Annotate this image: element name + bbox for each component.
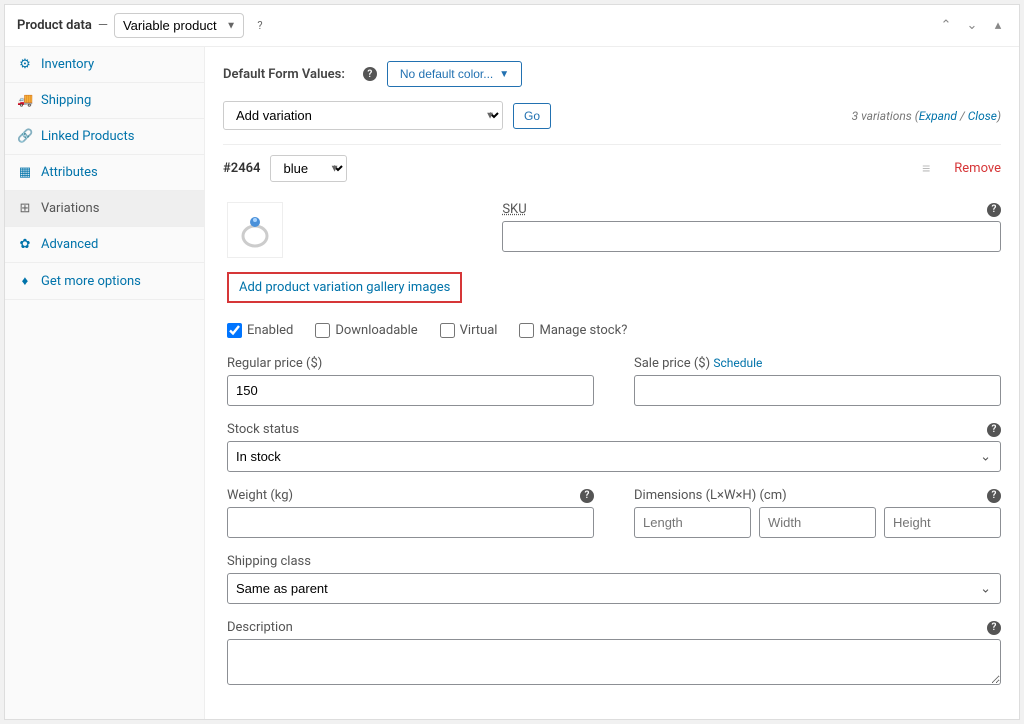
weight-label: Weight (kg) <box>227 488 293 503</box>
sidebar: ⚙ Inventory 🚚 Shipping 🔗 Linked Products… <box>5 47 205 719</box>
height-input[interactable] <box>884 507 1001 538</box>
shipping-class-label: Shipping class <box>227 554 311 569</box>
variations-icon: ⊞ <box>17 201 33 216</box>
default-form-label: Default Form Values: <box>223 67 345 82</box>
sidebar-item-shipping[interactable]: 🚚 Shipping <box>5 83 204 119</box>
help-icon[interactable]: ? <box>987 489 1001 503</box>
sidebar-item-advanced[interactable]: ✿ Advanced <box>5 227 204 263</box>
collapse-all-icon[interactable]: ▴ <box>989 18 1007 33</box>
help-icon[interactable]: ? <box>987 423 1001 437</box>
title-separator: — <box>98 18 108 33</box>
regular-price-label: Regular price ($) <box>227 356 322 371</box>
enabled-checkbox-label[interactable]: Enabled <box>227 323 293 338</box>
more-icon: ♦ <box>17 273 33 289</box>
sidebar-item-linked[interactable]: 🔗 Linked Products <box>5 119 204 155</box>
close-link[interactable]: Close <box>968 109 997 123</box>
expand-link[interactable]: Expand <box>919 109 957 123</box>
variation-id: #2464 <box>223 161 260 176</box>
sidebar-item-label: Attributes <box>41 165 98 180</box>
sidebar-item-label: Linked Products <box>41 129 134 144</box>
main-content: Default Form Values: ? No default color.… <box>205 47 1019 719</box>
collapse-up-icon[interactable]: ⌃ <box>937 18 955 33</box>
enabled-checkbox[interactable] <box>227 323 242 338</box>
shipping-icon: 🚚 <box>17 93 33 108</box>
manage-stock-checkbox[interactable] <box>519 323 534 338</box>
ring-image-icon <box>235 210 275 250</box>
panel-header: Product data — Variable product ▼ ? ⌃ ⌄ … <box>5 5 1019 47</box>
width-input[interactable] <box>759 507 876 538</box>
chevron-down-icon: ▼ <box>499 69 509 80</box>
add-gallery-images-link[interactable]: Add product variation gallery images <box>227 272 462 303</box>
sku-input[interactable] <box>502 221 1001 252</box>
variation-count: 3 variations (Expand / Close) <box>852 109 1001 123</box>
sidebar-item-label: Advanced <box>41 237 98 252</box>
stock-status-select[interactable]: In stock <box>227 441 1001 472</box>
product-type-select[interactable]: Variable product <box>114 13 244 38</box>
default-form-select[interactable]: No default color... ▼ <box>387 61 522 87</box>
advanced-icon: ✿ <box>17 237 33 252</box>
linked-icon: 🔗 <box>17 129 33 144</box>
sidebar-item-inventory[interactable]: ⚙ Inventory <box>5 47 204 83</box>
sidebar-item-attributes[interactable]: ▦ Attributes <box>5 155 204 191</box>
length-input[interactable] <box>634 507 751 538</box>
sidebar-item-more[interactable]: ♦ Get more options <box>5 263 204 300</box>
stock-status-label: Stock status <box>227 422 299 437</box>
go-button[interactable]: Go <box>513 103 551 129</box>
help-icon[interactable]: ? <box>363 67 377 81</box>
attributes-icon: ▦ <box>17 165 33 180</box>
description-textarea[interactable] <box>227 639 1001 685</box>
downloadable-checkbox-label[interactable]: Downloadable <box>315 323 417 338</box>
remove-link[interactable]: Remove <box>954 161 1001 176</box>
downloadable-checkbox[interactable] <box>315 323 330 338</box>
help-icon[interactable]: ? <box>580 489 594 503</box>
panel-title: Product data <box>17 18 92 33</box>
drag-handle-icon[interactable]: ≡ <box>922 160 930 177</box>
inventory-icon: ⚙ <box>17 57 33 72</box>
sale-price-input[interactable] <box>634 375 1001 406</box>
sidebar-item-label: Variations <box>41 201 99 216</box>
sidebar-item-label: Get more options <box>41 274 141 289</box>
variation-attr-select[interactable]: blue <box>270 155 347 182</box>
sale-price-label: Sale price ($) <box>634 356 710 371</box>
sidebar-item-label: Inventory <box>41 57 94 72</box>
shipping-class-select[interactable]: Same as parent <box>227 573 1001 604</box>
collapse-down-icon[interactable]: ⌄ <box>963 18 981 33</box>
panel-actions: ⌃ ⌄ ▴ <box>937 18 1007 33</box>
add-variation-select[interactable]: Add variation <box>223 101 503 130</box>
help-icon[interactable]: ? <box>987 203 1001 217</box>
variation-image-thumb[interactable] <box>227 202 283 258</box>
sidebar-item-label: Shipping <box>41 93 91 108</box>
sidebar-item-variations[interactable]: ⊞ Variations <box>5 191 204 227</box>
help-icon[interactable]: ? <box>987 621 1001 635</box>
description-label: Description <box>227 620 293 635</box>
virtual-checkbox-label[interactable]: Virtual <box>440 323 498 338</box>
help-icon[interactable]: ? <box>252 18 268 34</box>
weight-input[interactable] <box>227 507 594 538</box>
virtual-checkbox[interactable] <box>440 323 455 338</box>
dimensions-label: Dimensions (L×W×H) (cm) <box>634 488 787 503</box>
regular-price-input[interactable] <box>227 375 594 406</box>
schedule-link[interactable]: Schedule <box>713 356 762 370</box>
manage-stock-checkbox-label[interactable]: Manage stock? <box>519 323 627 338</box>
sku-label: SKU <box>502 202 526 217</box>
